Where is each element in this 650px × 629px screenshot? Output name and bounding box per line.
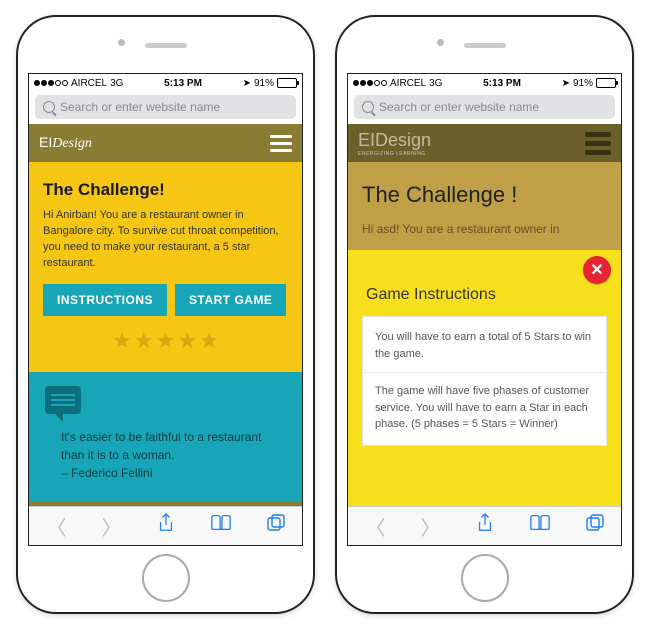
share-icon[interactable] — [157, 513, 175, 539]
search-icon — [43, 101, 55, 113]
star-rating: ★ ★ ★ ★ ★ — [43, 328, 288, 354]
screen: AIRCEL 3G 5:13 PM ➤ 91% Search or enter … — [28, 73, 303, 546]
quote-card: It's easier to be faithful to a restaura… — [29, 372, 302, 502]
address-bar[interactable]: Search or enter website name — [35, 95, 296, 119]
star-icon: ★ — [199, 328, 219, 354]
challenge-title: The Challenge! — [43, 180, 288, 200]
carrier-label: AIRCEL — [390, 78, 426, 89]
address-placeholder: Search or enter website name — [379, 100, 539, 114]
challenge-card: The Challenge! Hi Anirban! You are a res… — [29, 162, 302, 372]
camera-dot — [437, 39, 444, 46]
status-bar: AIRCEL 3G 5:13 PM ➤ 91% — [29, 74, 302, 92]
phone-top — [337, 17, 632, 73]
menu-icon[interactable] — [270, 135, 292, 152]
forward-icon[interactable]: 〉 — [421, 512, 441, 541]
battery-icon — [277, 78, 297, 88]
bookmarks-icon[interactable] — [529, 514, 551, 538]
challenge-card-dimmed: The Challenge ! Hi asd! You are a restau… — [348, 162, 621, 250]
tabs-icon[interactable] — [267, 514, 285, 538]
address-bar[interactable]: Search or enter website name — [354, 95, 615, 119]
challenge-body: Hi Anirban! You are a restaurant owner i… — [43, 208, 288, 272]
phone-top — [18, 17, 313, 73]
star-icon: ★ — [177, 328, 197, 354]
back-icon[interactable]: 〈 — [47, 512, 67, 541]
clock: 5:13 PM — [483, 78, 521, 89]
clock: 5:13 PM — [164, 78, 202, 89]
bookmarks-icon[interactable] — [210, 514, 232, 538]
carrier-label: AIRCEL — [71, 78, 107, 89]
instructions-box: You will have to earn a total of 5 Stars… — [362, 316, 607, 446]
app-header: EIDesign ENERGIZING LEARNING — [348, 124, 621, 162]
back-icon[interactable]: 〈 — [366, 512, 386, 541]
close-icon[interactable]: ✕ — [583, 256, 611, 284]
screen: AIRCEL 3G 5:13 PM ➤ 91% Search or enter … — [347, 73, 622, 546]
network-label: 3G — [110, 78, 123, 89]
home-button[interactable] — [142, 554, 190, 602]
home-button[interactable] — [461, 554, 509, 602]
battery-pct: 91% — [254, 78, 274, 89]
star-icon: ★ — [156, 328, 176, 354]
app-content: EIDesign ENERGIZING LEARNING The Challen… — [348, 124, 621, 506]
search-icon — [362, 101, 374, 113]
signal-dots — [353, 80, 387, 86]
start-game-button[interactable]: START GAME — [175, 284, 286, 316]
speaker-slot — [464, 43, 506, 48]
app-header: EIDesign — [29, 124, 302, 162]
speech-bubble-icon — [45, 386, 81, 414]
camera-dot — [118, 39, 125, 46]
speaker-slot — [145, 43, 187, 48]
browser-toolbar: 〈 〉 — [348, 506, 621, 545]
app-content: EIDesign The Challenge! Hi Anirban! You … — [29, 124, 302, 506]
instruction-item: The game will have five phases of custom… — [375, 383, 594, 433]
phone-mockup-1: AIRCEL 3G 5:13 PM ➤ 91% Search or enter … — [16, 15, 315, 614]
location-icon: ➤ — [562, 78, 570, 89]
tabs-icon[interactable] — [586, 514, 604, 538]
battery-icon — [596, 78, 616, 88]
brand-logo: EIDesign ENERGIZING LEARNING — [358, 130, 431, 157]
battery-pct: 91% — [573, 78, 593, 89]
share-icon[interactable] — [476, 513, 494, 539]
menu-icon[interactable] — [585, 132, 611, 155]
browser-toolbar: 〈 〉 — [29, 506, 302, 545]
network-label: 3G — [429, 78, 442, 89]
instructions-overlay: ✕ Game Instructions You will have to ear… — [348, 250, 621, 506]
signal-dots — [34, 80, 68, 86]
location-icon: ➤ — [243, 78, 251, 89]
challenge-body: Hi asd! You are a restaurant owner in — [362, 222, 607, 236]
challenge-title: The Challenge ! — [362, 182, 607, 208]
star-icon: ★ — [112, 328, 132, 354]
instructions-button[interactable]: INSTRUCTIONS — [43, 284, 167, 316]
instruction-item: You will have to earn a total of 5 Stars… — [375, 329, 594, 362]
status-bar: AIRCEL 3G 5:13 PM ➤ 91% — [348, 74, 621, 92]
quote-text: It's easier to be faithful to a restaura… — [45, 428, 286, 482]
instructions-title: Game Instructions — [366, 286, 607, 304]
phone-mockup-2: AIRCEL 3G 5:13 PM ➤ 91% Search or enter … — [335, 15, 634, 614]
address-placeholder: Search or enter website name — [60, 100, 220, 114]
star-icon: ★ — [134, 328, 154, 354]
forward-icon[interactable]: 〉 — [102, 512, 122, 541]
brand-logo: EIDesign — [39, 134, 92, 152]
